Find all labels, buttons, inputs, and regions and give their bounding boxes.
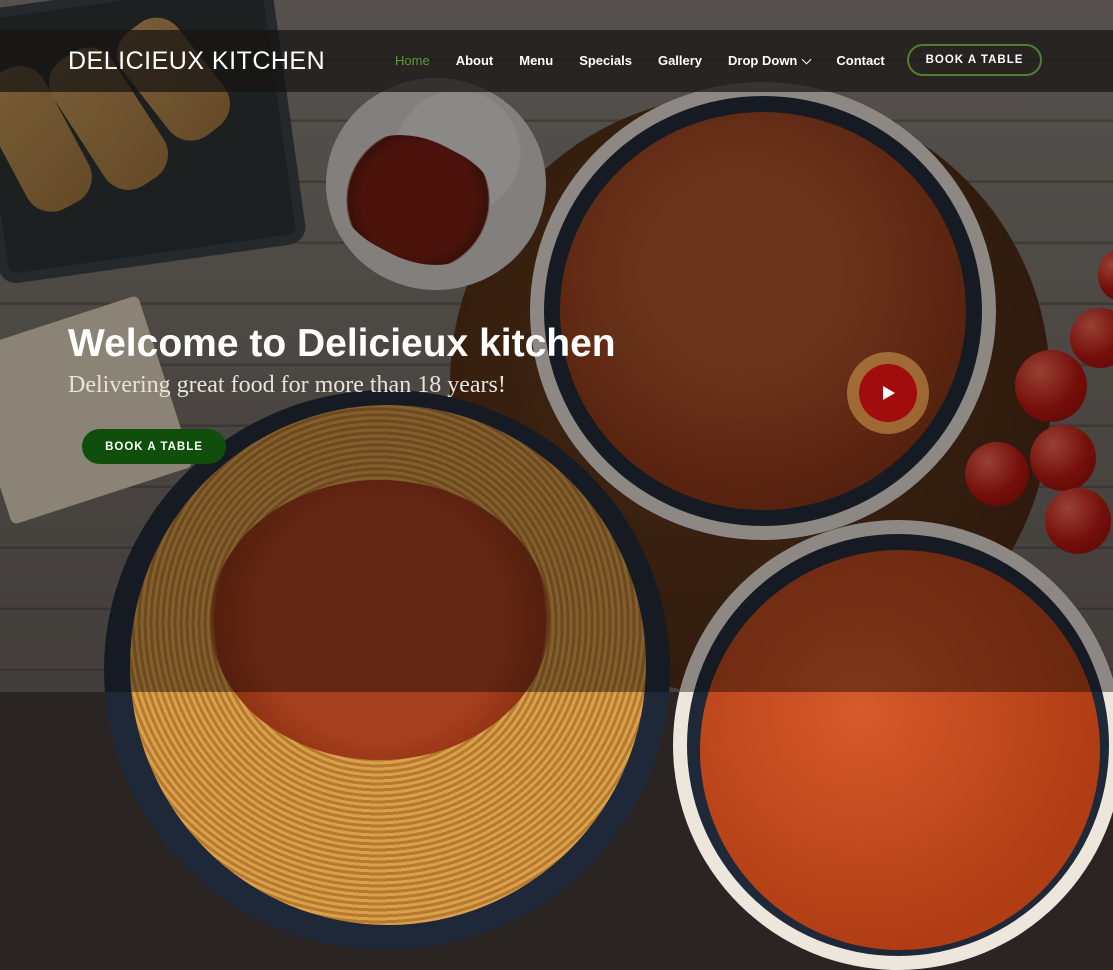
play-button-circle (859, 364, 917, 422)
nav-item-menu[interactable]: Menu (519, 53, 553, 68)
nav-item-specials[interactable]: Specials (579, 53, 632, 68)
nav-item-dropdown-label: Drop Down (728, 53, 798, 68)
play-icon (883, 386, 895, 400)
chevron-down-icon (801, 54, 812, 64)
video-play-button[interactable] (847, 352, 929, 434)
book-table-header-button[interactable]: BOOK A TABLE (907, 44, 1042, 76)
site-logo[interactable]: DELICIEUX KITCHEN (68, 47, 325, 76)
nav-item-gallery[interactable]: Gallery (658, 53, 702, 68)
nav-item-about[interactable]: About (456, 53, 494, 68)
book-table-hero-button[interactable]: BOOK A TABLE (82, 429, 226, 464)
hero-title: Welcome to Delicieux kitchen (68, 322, 616, 365)
hero-subtitle: Delivering great food for more than 18 y… (68, 372, 506, 398)
nav-item-home[interactable]: Home (395, 53, 430, 68)
main-nav: Home About Menu Specials Gallery Drop Do… (395, 53, 911, 68)
site-header: DELICIEUX KITCHEN Home About Menu Specia… (0, 30, 1113, 92)
nav-item-dropdown[interactable]: Drop Down (728, 53, 812, 68)
nav-item-contact[interactable]: Contact (836, 53, 884, 68)
